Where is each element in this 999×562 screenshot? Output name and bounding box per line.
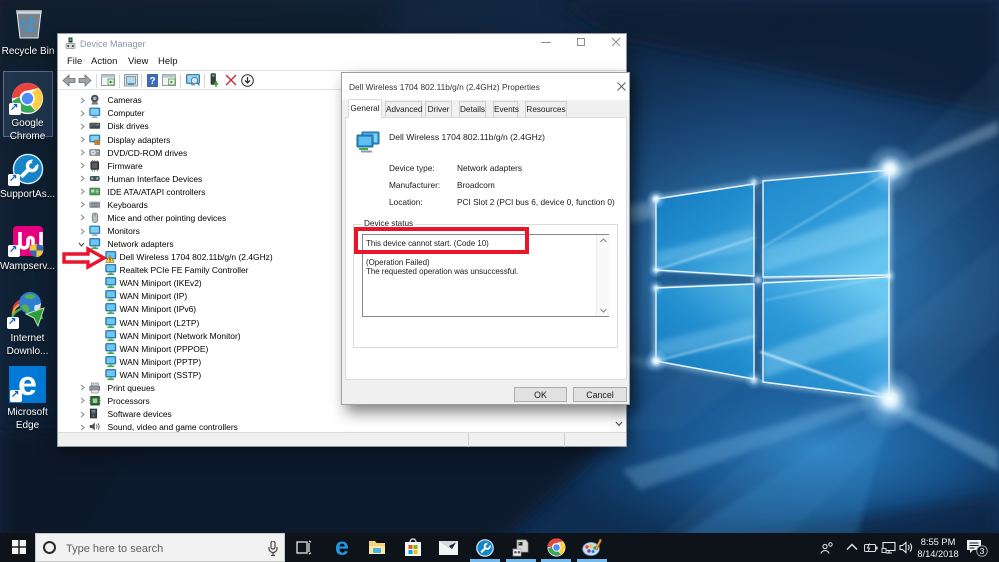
svg-text:8/14/2018: 8/14/2018 bbox=[917, 549, 958, 559]
svg-text:Type here to search: Type here to search bbox=[66, 543, 163, 555]
svg-text:3: 3 bbox=[980, 546, 985, 556]
svg-text:8:55 PM: 8:55 PM bbox=[921, 537, 956, 547]
